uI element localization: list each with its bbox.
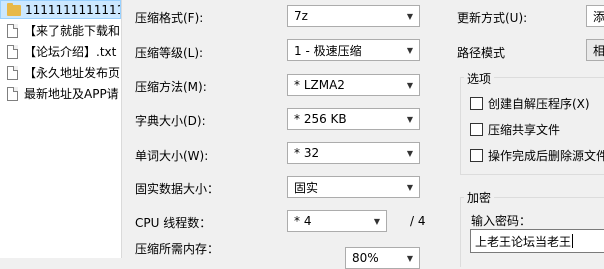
- chevron-down-icon: ▼: [373, 216, 381, 226]
- options-group-border: [460, 174, 604, 175]
- password-input[interactable]: 上老王论坛当老王: [470, 229, 604, 253]
- chevron-down-icon: ▼: [406, 182, 414, 192]
- word-size-label: 单词大小(W):: [135, 149, 209, 163]
- update-mode-value: 添加: [593, 9, 604, 24]
- level-label: 压缩等级(L):: [135, 46, 204, 60]
- solid-block-select[interactable]: 固实 ▼: [287, 176, 420, 198]
- level-value: 1 - 极速压缩: [294, 43, 362, 58]
- method-label: 压缩方法(M):: [135, 80, 207, 94]
- memory-value: 80%: [352, 251, 379, 265]
- password-value: 上老王论坛当老王: [475, 234, 572, 249]
- chevron-down-icon: ▼: [406, 114, 414, 124]
- dictionary-select[interactable]: * 256 KB ▼: [287, 108, 420, 130]
- file-list-item[interactable]: 【论坛介绍】.txt: [0, 42, 121, 61]
- file-name: 【来了就能下载和: [24, 24, 121, 38]
- chevron-down-icon: ▼: [406, 11, 414, 21]
- word-size-select[interactable]: * 32 ▼: [287, 142, 420, 164]
- document-icon: [7, 23, 18, 38]
- format-select[interactable]: 7z ▼: [287, 5, 420, 27]
- solid-block-value: 固实: [294, 180, 319, 195]
- sfx-checkbox-label: 创建自解压程序(X): [488, 97, 590, 111]
- sfx-checkbox-row[interactable]: 创建自解压程序(X): [470, 95, 590, 112]
- memory-label: 压缩所需内存：: [135, 242, 220, 256]
- dictionary-value: * 256 KB: [294, 112, 347, 126]
- delete-source-checkbox[interactable]: [470, 149, 483, 162]
- delete-source-checkbox-row[interactable]: 操作完成后删除源文件: [470, 147, 604, 164]
- word-size-value: * 32: [294, 146, 320, 160]
- document-icon: [7, 86, 18, 101]
- options-group-title: 选项: [464, 70, 495, 87]
- file-list-item[interactable]: 【永久地址发布页: [0, 63, 121, 82]
- chevron-down-icon: ▼: [406, 45, 414, 55]
- cpu-threads-label: CPU 线程数：: [135, 216, 212, 230]
- file-list-item[interactable]: 最新地址及APP请: [0, 84, 121, 103]
- text-caret: [572, 234, 574, 248]
- file-list-item[interactable]: 【来了就能下载和: [0, 21, 121, 40]
- document-icon: [7, 65, 18, 80]
- file-name: 【论坛介绍】.txt: [24, 45, 117, 59]
- shared-files-checkbox[interactable]: [470, 123, 483, 136]
- cpu-threads-value: * 4: [294, 214, 312, 228]
- chevron-down-icon: ▼: [406, 148, 414, 158]
- file-list-item[interactable]: 1111111111111: [0, 0, 121, 19]
- sfx-checkbox[interactable]: [470, 97, 483, 110]
- cpu-threads-max: / 4: [410, 214, 426, 228]
- method-select[interactable]: * LZMA2 ▼: [287, 74, 420, 96]
- encryption-group-title: 加密: [464, 189, 495, 206]
- file-name: 【永久地址发布页: [24, 66, 121, 80]
- format-label: 压缩格式(F):: [135, 11, 204, 25]
- shared-files-checkbox-label: 压缩共享文件: [488, 123, 561, 137]
- file-name: 最新地址及APP请: [24, 87, 119, 101]
- level-select[interactable]: 1 - 极速压缩 ▼: [287, 39, 420, 61]
- memory-select[interactable]: 80% ▼: [345, 247, 420, 269]
- update-mode-select[interactable]: 添加: [586, 5, 604, 27]
- path-mode-value: 相对: [593, 43, 604, 58]
- panel-divider: [121, 0, 122, 258]
- cpu-threads-select[interactable]: * 4 ▼: [287, 210, 387, 232]
- file-name: 1111111111111: [25, 2, 121, 17]
- format-value: 7z: [294, 9, 308, 23]
- method-value: * LZMA2: [294, 78, 345, 92]
- file-list: 1111111111111 【来了就能下载和 【论坛介绍】.txt 【永久地址发…: [0, 0, 121, 258]
- chevron-down-icon: ▼: [406, 80, 414, 90]
- update-mode-label: 更新方式(U):: [457, 11, 528, 25]
- chevron-down-icon: ▼: [406, 253, 414, 263]
- options-group-border: [460, 77, 461, 174]
- delete-source-checkbox-label: 操作完成后删除源文件: [488, 149, 604, 163]
- password-label: 输入密码：: [471, 214, 532, 228]
- path-mode-select[interactable]: 相对: [586, 39, 604, 61]
- dictionary-label: 字典大小(D):: [135, 114, 206, 128]
- encryption-group-border: [460, 197, 461, 267]
- solid-block-label: 固实数据大小：: [135, 182, 220, 196]
- folder-icon: [7, 3, 21, 16]
- path-mode-label: 路径模式: [457, 46, 506, 60]
- shared-files-checkbox-row[interactable]: 压缩共享文件: [470, 121, 560, 138]
- document-icon: [7, 44, 18, 59]
